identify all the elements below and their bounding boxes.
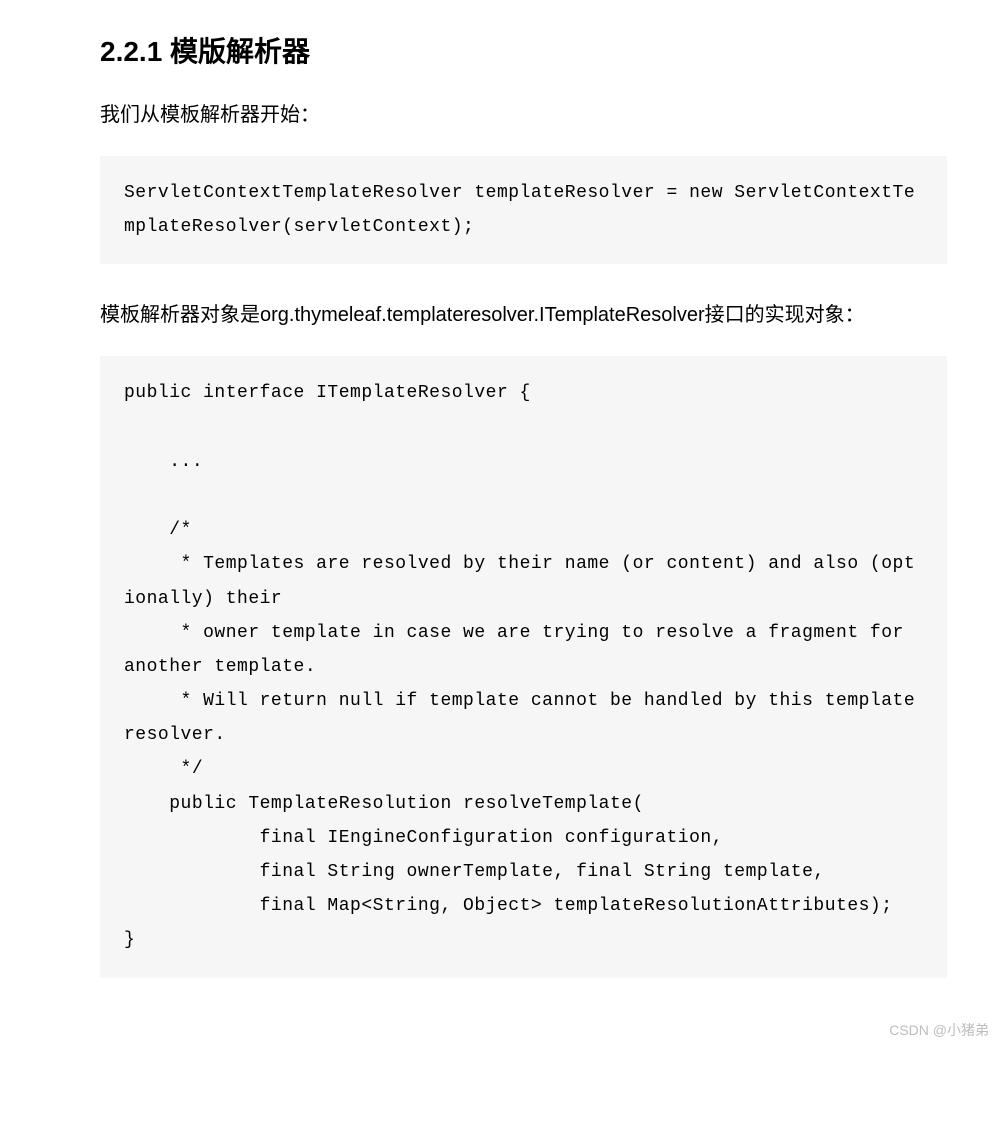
watermark: CSDN @小猪弟 <box>889 1020 989 1040</box>
intro-paragraph: 我们从模板解析器开始： <box>100 98 947 132</box>
code-block-2: public interface ITemplateResolver { ...… <box>100 356 947 977</box>
description-paragraph: 模板解析器对象是org.thymeleaf.templateresolver.I… <box>100 298 947 332</box>
code-block-1: ServletContextTemplateResolver templateR… <box>100 156 947 264</box>
section-heading: 2.2.1 模版解析器 <box>100 30 947 70</box>
